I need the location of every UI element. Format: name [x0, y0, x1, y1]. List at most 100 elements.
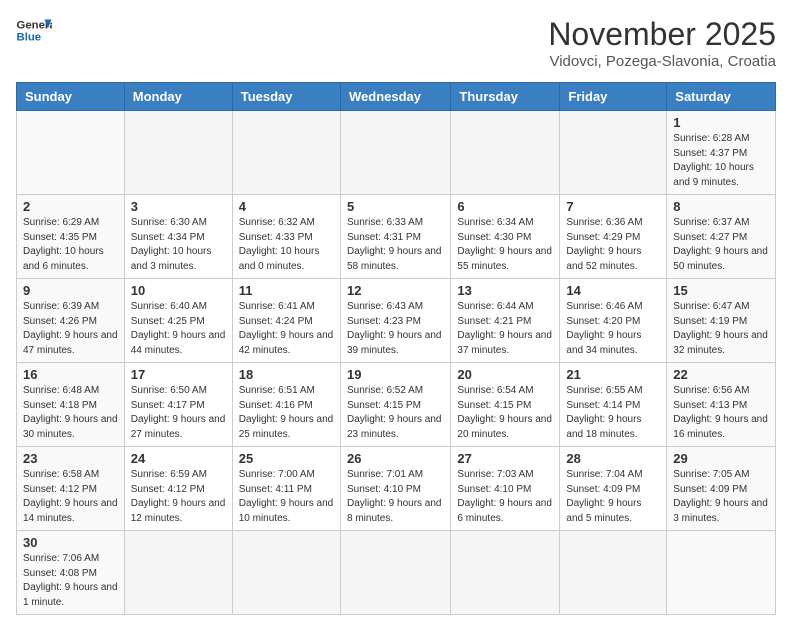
- calendar-cell: [340, 111, 450, 195]
- calendar-cell: 25 Sunrise: 7:00 AM Sunset: 4:11 PM Dayli…: [232, 447, 340, 531]
- day-header-saturday: Saturday: [667, 83, 776, 111]
- day-info: Sunrise: 6:52 AM Sunset: 4:15 PM Dayligh…: [347, 384, 444, 442]
- calendar-cell: 7Sunrise: 6:36 AM Sunset: 4:29 PM Daylig…: [560, 195, 667, 279]
- day-info: Sunrise: 6:46 AM Sunset: 4:20 PM Dayligh…: [566, 300, 660, 358]
- day-number: 30: [23, 535, 118, 550]
- calendar-cell: [451, 531, 560, 615]
- day-info: Sunrise: 7:05 AM Sunset: 4:09 PM Dayligh…: [673, 468, 769, 526]
- day-number: 27: [457, 451, 553, 466]
- day-number: 10: [131, 283, 226, 298]
- day-info: Sunrise: 6:33 AM Sunset: 4:31 PM Dayligh…: [347, 216, 444, 274]
- day-number: 11: [239, 283, 334, 298]
- logo-icon: General Blue: [16, 16, 52, 44]
- calendar-cell: 8 Sunrise: 6:37 AM Sunset: 4:27 PM Daylig…: [667, 195, 776, 279]
- calendar-header-row: SundayMondayTuesdayWednesdayThursdayFrid…: [17, 83, 776, 111]
- day-number: 3: [131, 199, 226, 214]
- day-number: 8: [673, 199, 769, 214]
- logo: General Blue: [16, 16, 52, 44]
- calendar-cell: 17Sunrise: 6:50 AM Sunset: 4:17 PM Dayli…: [124, 363, 232, 447]
- week-row-2: 2Sunrise: 6:29 AM Sunset: 4:35 PM Daylig…: [17, 195, 776, 279]
- day-number: 6: [457, 199, 553, 214]
- calendar-cell: 11 Sunrise: 6:41 AM Sunset: 4:24 PM Dayli…: [232, 279, 340, 363]
- calendar-cell: 22Sunrise: 6:56 AM Sunset: 4:13 PM Dayli…: [667, 363, 776, 447]
- day-number: 5: [347, 199, 444, 214]
- day-number: 13: [457, 283, 553, 298]
- calendar-cell: [560, 111, 667, 195]
- calendar-cell: 30 Sunrise: 7:06 AM Sunset: 4:08 PM Dayli…: [17, 531, 125, 615]
- calendar-cell: 5 Sunrise: 6:33 AM Sunset: 4:31 PM Daylig…: [340, 195, 450, 279]
- day-info: Sunrise: 6:28 AM Sunset: 4:37 PM Dayligh…: [673, 132, 769, 190]
- day-header-tuesday: Tuesday: [232, 83, 340, 111]
- calendar-cell: [17, 111, 125, 195]
- week-row-5: 23 Sunrise: 6:58 AM Sunset: 4:12 PM Dayli…: [17, 447, 776, 531]
- day-info: Sunrise: 6:32 AM Sunset: 4:33 PM Dayligh…: [239, 216, 334, 274]
- day-number: 20: [457, 367, 553, 382]
- day-number: 2: [23, 199, 118, 214]
- day-info: Sunrise: 6:37 AM Sunset: 4:27 PM Dayligh…: [673, 216, 769, 274]
- calendar-cell: 6 Sunrise: 6:34 AM Sunset: 4:30 PM Daylig…: [451, 195, 560, 279]
- svg-text:Blue: Blue: [17, 32, 42, 44]
- calendar-cell: [667, 531, 776, 615]
- day-number: 25: [239, 451, 334, 466]
- week-row-4: 16Sunrise: 6:48 AM Sunset: 4:18 PM Dayli…: [17, 363, 776, 447]
- day-info: Sunrise: 6:36 AM Sunset: 4:29 PM Dayligh…: [566, 216, 660, 274]
- calendar-cell: 19 Sunrise: 6:52 AM Sunset: 4:15 PM Dayli…: [340, 363, 450, 447]
- calendar-cell: 1Sunrise: 6:28 AM Sunset: 4:37 PM Daylig…: [667, 111, 776, 195]
- calendar-cell: 27 Sunrise: 7:03 AM Sunset: 4:10 PM Dayli…: [451, 447, 560, 531]
- day-info: Sunrise: 6:40 AM Sunset: 4:25 PM Dayligh…: [131, 300, 226, 358]
- day-header-monday: Monday: [124, 83, 232, 111]
- day-info: Sunrise: 6:43 AM Sunset: 4:23 PM Dayligh…: [347, 300, 444, 358]
- day-info: Sunrise: 6:50 AM Sunset: 4:17 PM Dayligh…: [131, 384, 226, 442]
- day-number: 4: [239, 199, 334, 214]
- day-info: Sunrise: 6:30 AM Sunset: 4:34 PM Dayligh…: [131, 216, 226, 274]
- day-number: 26: [347, 451, 444, 466]
- calendar-cell: 9Sunrise: 6:39 AM Sunset: 4:26 PM Daylig…: [17, 279, 125, 363]
- day-info: Sunrise: 6:56 AM Sunset: 4:13 PM Dayligh…: [673, 384, 769, 442]
- calendar-cell: 18Sunrise: 6:51 AM Sunset: 4:16 PM Dayli…: [232, 363, 340, 447]
- week-row-6: 30 Sunrise: 7:06 AM Sunset: 4:08 PM Dayli…: [17, 531, 776, 615]
- calendar-cell: 26 Sunrise: 7:01 AM Sunset: 4:10 PM Dayli…: [340, 447, 450, 531]
- day-header-wednesday: Wednesday: [340, 83, 450, 111]
- day-header-sunday: Sunday: [17, 83, 125, 111]
- day-info: Sunrise: 6:44 AM Sunset: 4:21 PM Dayligh…: [457, 300, 553, 358]
- calendar-cell: 21Sunrise: 6:55 AM Sunset: 4:14 PM Dayli…: [560, 363, 667, 447]
- calendar-cell: [340, 531, 450, 615]
- calendar-cell: 10 Sunrise: 6:40 AM Sunset: 4:25 PM Dayli…: [124, 279, 232, 363]
- calendar-cell: 20 Sunrise: 6:54 AM Sunset: 4:15 PM Dayli…: [451, 363, 560, 447]
- title-area: November 2025 Vidovci, Pozega-Slavonia, …: [548, 16, 776, 70]
- calendar-cell: 15Sunrise: 6:47 AM Sunset: 4:19 PM Dayli…: [667, 279, 776, 363]
- calendar-cell: 14 Sunrise: 6:46 AM Sunset: 4:20 PM Dayli…: [560, 279, 667, 363]
- day-number: 16: [23, 367, 118, 382]
- calendar-cell: [560, 531, 667, 615]
- day-info: Sunrise: 6:41 AM Sunset: 4:24 PM Dayligh…: [239, 300, 334, 358]
- day-number: 24: [131, 451, 226, 466]
- calendar-cell: 23 Sunrise: 6:58 AM Sunset: 4:12 PM Dayli…: [17, 447, 125, 531]
- header: General Blue November 2025 Vidovci, Poze…: [16, 16, 776, 70]
- calendar-cell: 4 Sunrise: 6:32 AM Sunset: 4:33 PM Daylig…: [232, 195, 340, 279]
- day-info: Sunrise: 7:06 AM Sunset: 4:08 PM Dayligh…: [23, 552, 118, 610]
- calendar-cell: 24Sunrise: 6:59 AM Sunset: 4:12 PM Dayli…: [124, 447, 232, 531]
- day-number: 29: [673, 451, 769, 466]
- day-number: 14: [566, 283, 660, 298]
- day-info: Sunrise: 7:03 AM Sunset: 4:10 PM Dayligh…: [457, 468, 553, 526]
- day-info: Sunrise: 6:54 AM Sunset: 4:15 PM Dayligh…: [457, 384, 553, 442]
- day-info: Sunrise: 7:00 AM Sunset: 4:11 PM Dayligh…: [239, 468, 334, 526]
- day-number: 28: [566, 451, 660, 466]
- day-number: 23: [23, 451, 118, 466]
- day-info: Sunrise: 6:39 AM Sunset: 4:26 PM Dayligh…: [23, 300, 118, 358]
- day-number: 21: [566, 367, 660, 382]
- day-info: Sunrise: 7:01 AM Sunset: 4:10 PM Dayligh…: [347, 468, 444, 526]
- location-title: Vidovci, Pozega-Slavonia, Croatia: [548, 53, 776, 70]
- calendar-cell: [124, 111, 232, 195]
- day-number: 19: [347, 367, 444, 382]
- week-row-1: 1Sunrise: 6:28 AM Sunset: 4:37 PM Daylig…: [17, 111, 776, 195]
- day-number: 15: [673, 283, 769, 298]
- week-row-3: 9Sunrise: 6:39 AM Sunset: 4:26 PM Daylig…: [17, 279, 776, 363]
- calendar-cell: 28Sunrise: 7:04 AM Sunset: 4:09 PM Dayli…: [560, 447, 667, 531]
- day-info: Sunrise: 6:34 AM Sunset: 4:30 PM Dayligh…: [457, 216, 553, 274]
- calendar-cell: [232, 111, 340, 195]
- calendar-cell: 12 Sunrise: 6:43 AM Sunset: 4:23 PM Dayli…: [340, 279, 450, 363]
- day-number: 12: [347, 283, 444, 298]
- day-info: Sunrise: 6:58 AM Sunset: 4:12 PM Dayligh…: [23, 468, 118, 526]
- calendar-cell: 29 Sunrise: 7:05 AM Sunset: 4:09 PM Dayli…: [667, 447, 776, 531]
